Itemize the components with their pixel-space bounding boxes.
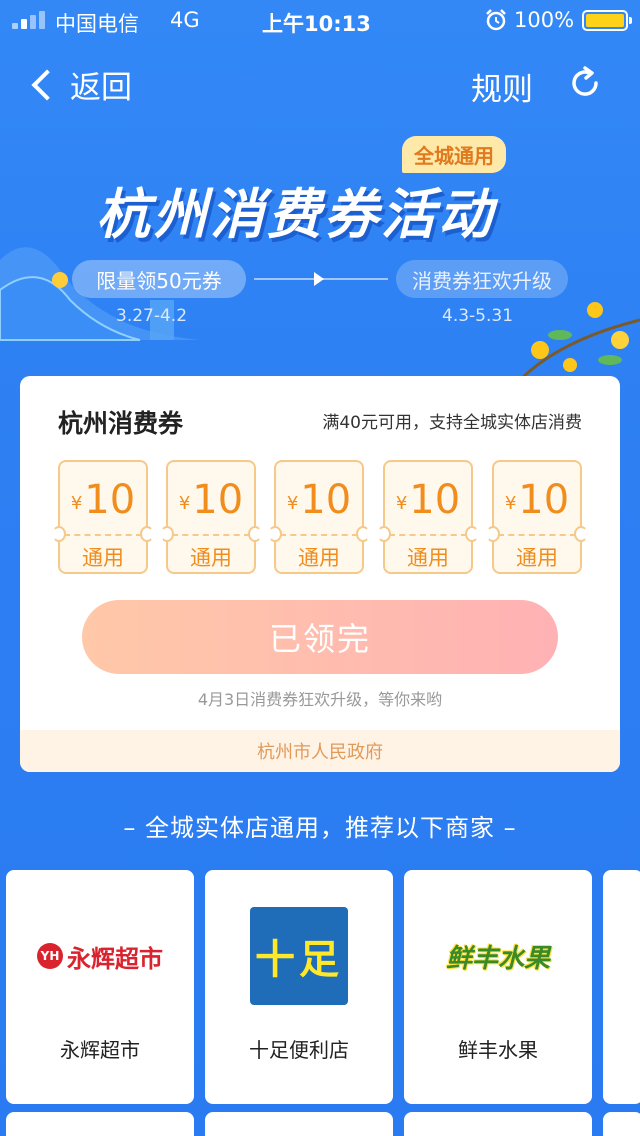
coupon-tag: 通用 — [82, 546, 124, 570]
claim-button[interactable]: 已领完 — [82, 600, 558, 674]
app-root: { "status_bar": { "carrier": "中国电信", "ne… — [0, 0, 640, 1136]
merchant-card-partial[interactable] — [205, 1112, 393, 1136]
merchant-logo: YH 永辉超市 — [6, 906, 194, 1006]
arrow-right-icon — [314, 272, 324, 286]
merchant-card-yonghui[interactable]: YH 永辉超市 永辉超市 — [6, 870, 194, 1104]
alarm-icon — [486, 9, 506, 31]
merchant-card-partial[interactable] — [6, 1112, 194, 1136]
coupon: ¥10 通用 — [160, 460, 262, 574]
carrier-name: 中国电信 — [55, 12, 139, 36]
currency-symbol: ¥ — [504, 493, 517, 514]
phase-pill-1: 限量领50元券 — [72, 260, 246, 298]
back-label: 返回 — [70, 70, 132, 106]
merchant-name: 十足便利店 — [249, 1038, 349, 1062]
network-type: 4G — [170, 8, 200, 32]
merchant-list: YH 永辉超市 永辉超市 十足 十足便利店 鲜丰水果 鲜丰水果 — [6, 870, 640, 1110]
merchant-card-xianfeng[interactable]: 鲜丰水果 鲜丰水果 — [404, 870, 592, 1104]
coupon-tag: 通用 — [516, 546, 558, 570]
coupon-amount: 10 — [300, 477, 352, 523]
refresh-icon[interactable] — [566, 64, 604, 102]
merchant-logo: 十足 — [205, 906, 393, 1006]
coupon-amount: 10 — [84, 477, 136, 523]
coupon-list: ¥10 通用 ¥10 通用 ¥10 通用 ¥10 通用 ¥10 通用 — [52, 460, 588, 574]
coupon-amount: 10 — [518, 477, 570, 523]
currency-symbol: ¥ — [178, 493, 191, 514]
phase-pill-2: 消费券狂欢升级 — [396, 260, 568, 298]
merchant-card-partial[interactable] — [404, 1112, 592, 1136]
merchant-section-title: – 全城实体店通用，推荐以下商家 – — [123, 814, 517, 842]
xianfeng-logo: 鲜丰水果 — [445, 943, 550, 974]
merchant-name: 鲜丰水果 — [458, 1038, 538, 1062]
coupon-amount: 10 — [192, 477, 244, 523]
card-description: 满40元可用，支持全城实体店消费 — [322, 413, 582, 433]
citywide-badge: 全城通用 — [402, 136, 506, 173]
card-title: 杭州消费券 — [58, 409, 184, 438]
clock: 上午10:13 — [262, 12, 371, 36]
hero-title: 杭州消费券活动 — [96, 183, 495, 246]
coupon: ¥10 通用 — [486, 460, 588, 574]
merchant-card-partial[interactable] — [603, 870, 640, 1104]
currency-symbol: ¥ — [70, 493, 83, 514]
shizu-logo: 十足 — [250, 907, 348, 1005]
back-button[interactable]: 返回 — [28, 62, 132, 107]
coupon-amount: 10 — [409, 477, 461, 523]
coupon-tag: 通用 — [190, 546, 232, 570]
coupon-tag: 通用 — [407, 546, 449, 570]
yonghui-logo-text: 永辉超市 — [67, 944, 163, 973]
coupon: ¥10 通用 — [377, 460, 479, 574]
hero-banner: 全城通用 杭州消费券活动 限量领50元券 消费券狂欢升级 3.27-4.2 4.… — [0, 130, 640, 382]
merchant-card-partial[interactable] — [603, 1112, 640, 1136]
currency-symbol: ¥ — [286, 493, 299, 514]
battery-percent: 100% — [514, 8, 575, 32]
coupon: ¥10 通用 — [52, 460, 154, 574]
yonghui-logo-badge: YH — [37, 943, 63, 969]
phase-dates-2: 4.3-5.31 — [442, 306, 514, 326]
battery-icon — [582, 10, 632, 31]
coupon-card: 杭州消费券 满40元可用，支持全城实体店消费 ¥10 通用 ¥10 通用 ¥10… — [20, 376, 620, 772]
phase-dates-1: 3.27-4.2 — [116, 306, 188, 326]
currency-symbol: ¥ — [395, 493, 408, 514]
coupon-tag: 通用 — [298, 546, 340, 570]
status-bar: 中国电信 4G 上午10:13 100% — [0, 0, 640, 42]
issuer-footer: 杭州市人民政府 — [20, 730, 620, 772]
merchant-card-shizu[interactable]: 十足 十足便利店 — [205, 870, 393, 1104]
merchant-logo: 鲜丰水果 — [404, 906, 592, 1006]
chevron-left-icon — [31, 68, 63, 101]
navigation-bar: 返回 规则 — [0, 58, 640, 110]
merchant-name: 永辉超市 — [60, 1038, 140, 1062]
rules-link[interactable]: 规则 — [471, 64, 533, 109]
coupon: ¥10 通用 — [268, 460, 370, 574]
claim-note: 4月3日消费券狂欢升级，等你来哟 — [197, 690, 443, 709]
signal-icon — [12, 11, 50, 29]
